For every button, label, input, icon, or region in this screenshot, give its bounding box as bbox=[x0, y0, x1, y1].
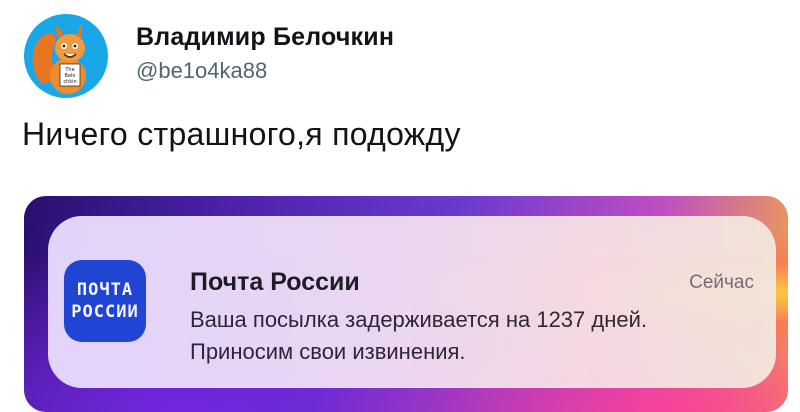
notification-app-name: Почта России bbox=[190, 268, 360, 296]
push-notification: ПОЧТА РОССИИ Почта России Сейчас Ваша по… bbox=[48, 216, 776, 388]
svg-text:chkin: chkin bbox=[63, 79, 76, 85]
author-name[interactable]: Владимир Белочкин bbox=[136, 23, 394, 52]
notification-body: Ваша посылка задерживается на 1237 дней.… bbox=[190, 304, 760, 368]
notification-body-line-2: Приносим свои извинения. bbox=[190, 339, 466, 364]
squirrel-icon: The Belo chkin bbox=[32, 22, 86, 94]
tweet-text: Ничего страшного,я подожду bbox=[22, 116, 461, 152]
notification-time: Сейчас bbox=[689, 272, 754, 293]
tweet-header: The Belo chkin Владимир Белочкин @be1o4k… bbox=[24, 14, 394, 98]
avatar[interactable]: The Belo chkin bbox=[24, 14, 108, 98]
app-icon-line-1: ПОЧТА bbox=[76, 280, 134, 300]
author-block: Владимир Белочкин @be1o4ka88 bbox=[136, 23, 394, 84]
app-icon-line-2: РОССИИ bbox=[71, 302, 139, 322]
tweet-media-image[interactable]: ПОЧТА РОССИИ Почта России Сейчас Ваша по… bbox=[24, 196, 788, 412]
notification-body-line-1: Ваша посылка задерживается на 1237 дней. bbox=[190, 307, 648, 332]
author-handle[interactable]: @be1o4ka88 bbox=[136, 58, 394, 84]
russian-post-app-icon: ПОЧТА РОССИИ bbox=[64, 260, 146, 342]
